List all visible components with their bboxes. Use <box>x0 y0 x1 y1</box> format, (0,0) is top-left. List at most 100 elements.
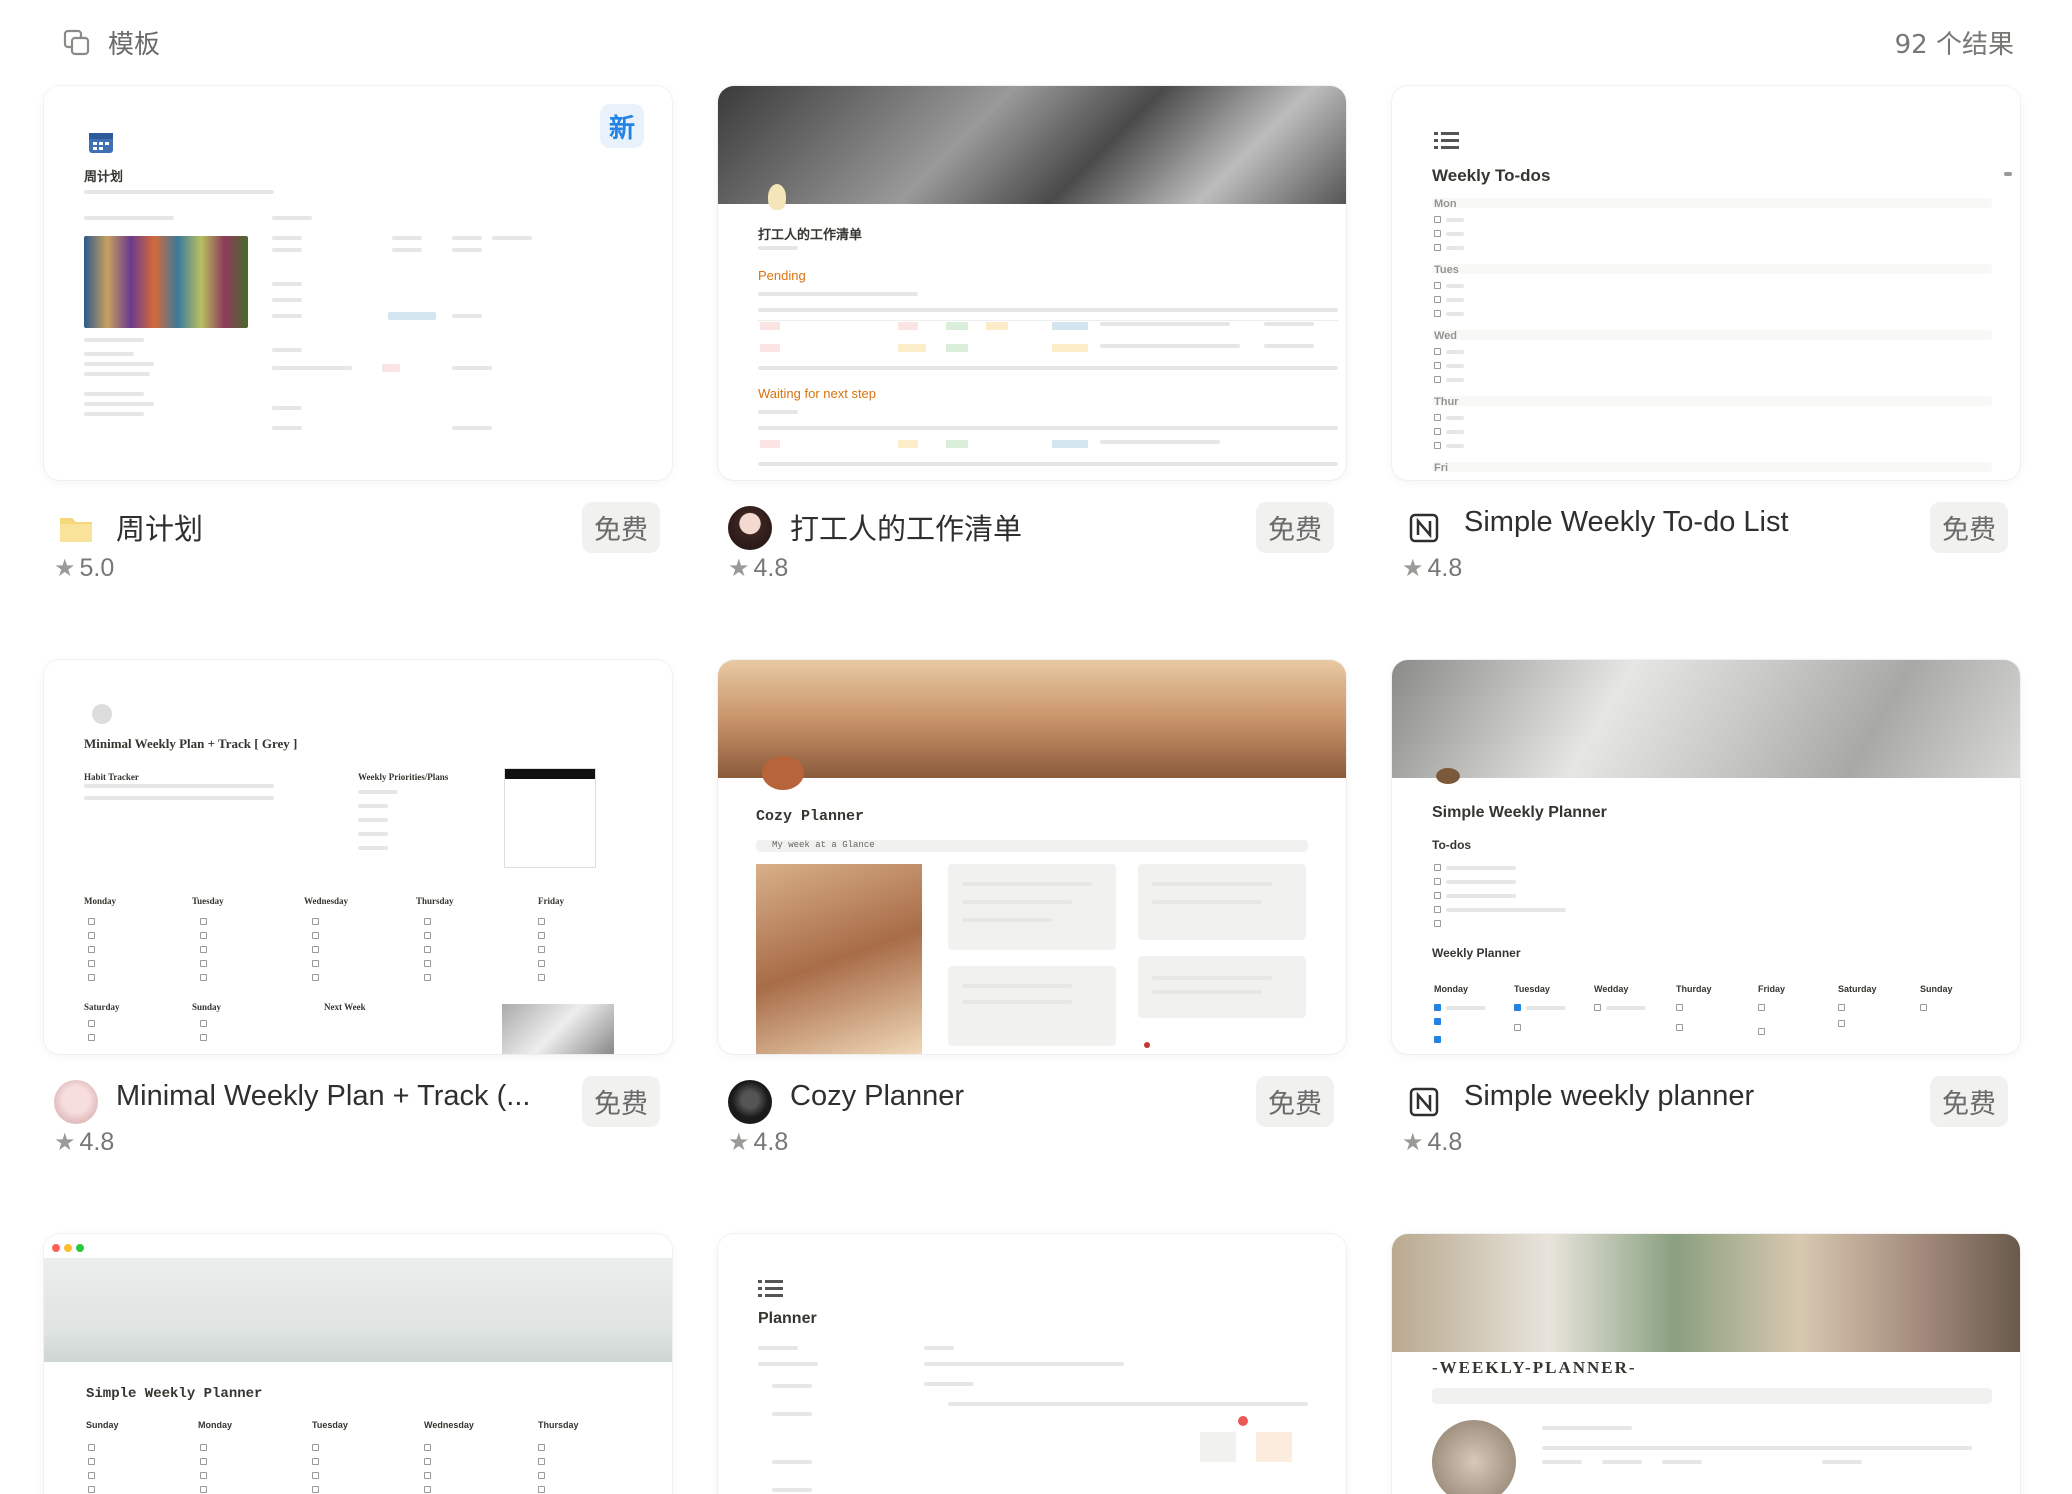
template-name[interactable]: 周计划 <box>116 506 203 548</box>
section-label: Weekly Planner <box>1432 946 1521 960</box>
template-card[interactable]: Weekly To-dos Mon Tues Wed Thur Fri <box>1392 86 2020 626</box>
results-header: 模板 92 个结果 <box>0 0 2072 84</box>
price-badge: 免费 <box>1930 1076 2008 1127</box>
preview-image <box>502 1004 614 1054</box>
day-label: Friday <box>538 896 564 906</box>
section-label: Habit Tracker <box>84 772 139 782</box>
preview-cover-image <box>1392 1234 2020 1352</box>
day-label: Thursday <box>416 896 454 906</box>
day-label: Friday <box>1758 984 1786 994</box>
calendar-icon <box>89 133 113 153</box>
day-label: Sunday <box>192 1002 222 1012</box>
preview-subtitle: My week at a Glance <box>772 840 875 850</box>
window-minimize-dot <box>64 1244 72 1252</box>
rating-value: 5.0 <box>79 554 115 582</box>
preview-title: -WEEKLY-PLANNER- <box>1432 1358 1637 1377</box>
dark-avatar <box>728 1080 772 1124</box>
day-label: Monday <box>84 896 117 906</box>
preview-title: 打工人的工作清单 <box>758 227 863 242</box>
template-card[interactable]: Planner <box>718 1234 1346 1494</box>
template-card[interactable]: Cozy Planner My week at a Glance Cozy Pl… <box>718 660 1346 1200</box>
preview-cover-image <box>1392 660 2020 778</box>
day-label: Wednesday <box>424 1420 474 1430</box>
yellow-folder-icon <box>60 518 92 542</box>
template-name[interactable]: Simple Weekly To-do List <box>1464 506 1789 539</box>
day-label: Monday <box>198 1420 233 1430</box>
preview-image <box>1432 1420 1516 1494</box>
page-icon <box>1436 768 1460 784</box>
template-preview[interactable]: Simple Weekly Planner Sunday Monday Tues… <box>44 1234 672 1494</box>
list-icon <box>1434 132 1459 149</box>
template-card[interactable]: Simple Weekly Planner Sunday Monday Tues… <box>44 1234 672 1494</box>
rating: ★ 4.8 <box>54 1128 114 1157</box>
rating: ★ 5.0 <box>54 554 114 583</box>
preview-cover-image <box>44 1258 672 1362</box>
preview-image <box>756 864 922 1054</box>
window-close-dot <box>52 1244 60 1252</box>
day-label: Sunday <box>86 1420 119 1430</box>
preview-title: 周计划 <box>84 169 124 184</box>
day-label: Saturday <box>84 1002 120 1012</box>
day-label: Tuesday <box>1514 984 1550 994</box>
template-preview[interactable]: Simple Weekly Planner To-dos Weekly Plan… <box>1392 660 2020 1054</box>
day-label: Wednesday <box>304 896 349 906</box>
template-preview[interactable]: -WEEKLY-PLANNER- <box>1392 1234 2020 1494</box>
preview-section: Waiting for next step <box>758 386 877 401</box>
day-label: Thurday <box>1676 984 1712 994</box>
star-icon: ★ <box>1402 1129 1424 1156</box>
template-card[interactable]: 周计划 新 周计划 免费 ★ 5.0 <box>44 86 672 626</box>
template-preview[interactable]: Cozy Planner My week at a Glance <box>718 660 1346 1054</box>
day-label: Tuesday <box>192 896 224 906</box>
rating-value: 4.8 <box>79 1128 115 1156</box>
preview-title: Simple Weekly Planner <box>1432 804 1607 821</box>
template-name[interactable]: Simple weekly planner <box>1464 1080 1754 1113</box>
rating: ★ 4.8 <box>728 1128 788 1157</box>
section-label: Weekly Priorities/Plans <box>358 772 449 782</box>
template-card[interactable]: -WEEKLY-PLANNER- <box>1392 1234 2020 1494</box>
template-stack-icon <box>63 29 90 56</box>
preview-title: Minimal Weekly Plan + Track [ Grey ] <box>84 736 298 751</box>
star-icon: ★ <box>1402 555 1424 582</box>
section-title: 模板 <box>108 30 161 60</box>
template-name[interactable]: 打工人的工作清单 <box>790 506 1022 548</box>
star-icon: ★ <box>728 1129 750 1156</box>
price-badge: 免费 <box>1930 502 2008 553</box>
preview-section: Pending <box>758 268 806 283</box>
template-card[interactable]: Simple Weekly Planner To-dos Weekly Plan… <box>1392 660 2020 1200</box>
price-badge: 免费 <box>582 1076 660 1127</box>
day-label: Thursday <box>538 1420 579 1430</box>
star-icon: ★ <box>54 555 76 582</box>
star-icon: ★ <box>728 555 750 582</box>
day-label: Monday <box>1434 984 1469 994</box>
day-label: Sunday <box>1920 984 1953 994</box>
day-label: Tuesday <box>312 1420 348 1430</box>
template-card[interactable]: 打工人的工作清单 Pending Waiting for next step 打… <box>718 86 1346 626</box>
result-count: 92 个结果 <box>1894 30 2014 60</box>
price-badge: 免费 <box>582 502 660 553</box>
template-preview[interactable]: 周计划 新 <box>44 86 672 480</box>
template-name[interactable]: Minimal Weekly Plan + Track (... <box>116 1080 530 1113</box>
preview-title: Planner <box>758 1310 817 1327</box>
rating: ★ 4.8 <box>728 554 788 583</box>
portrait-avatar <box>54 1080 98 1124</box>
notion-logo-icon <box>1409 1087 1439 1117</box>
template-preview[interactable]: Minimal Weekly Plan + Track [ Grey ] Hab… <box>44 660 672 1054</box>
rating-value: 4.8 <box>1427 1128 1463 1156</box>
mini-calendar <box>504 768 596 868</box>
star-icon: ★ <box>54 1129 76 1156</box>
template-card[interactable]: Minimal Weekly Plan + Track [ Grey ] Hab… <box>44 660 672 1200</box>
price-badge: 免费 <box>1256 1076 1334 1127</box>
day-label: Wedday <box>1594 984 1629 994</box>
template-preview[interactable]: 打工人的工作清单 Pending Waiting for next step <box>718 86 1346 480</box>
template-preview[interactable]: Planner <box>718 1234 1346 1494</box>
preview-cover-image <box>718 86 1346 204</box>
template-name[interactable]: Cozy Planner <box>790 1080 964 1113</box>
price-badge: 免费 <box>1256 502 1334 553</box>
preview-cover-image <box>718 660 1346 778</box>
rating-value: 4.8 <box>753 1128 789 1156</box>
rating: ★ 4.8 <box>1402 1128 1462 1157</box>
section-label: To-dos <box>1432 838 1472 852</box>
page-icon <box>762 756 804 790</box>
bulb-icon <box>768 184 786 210</box>
template-preview[interactable]: Weekly To-dos Mon Tues Wed Thur Fri <box>1392 86 2020 480</box>
